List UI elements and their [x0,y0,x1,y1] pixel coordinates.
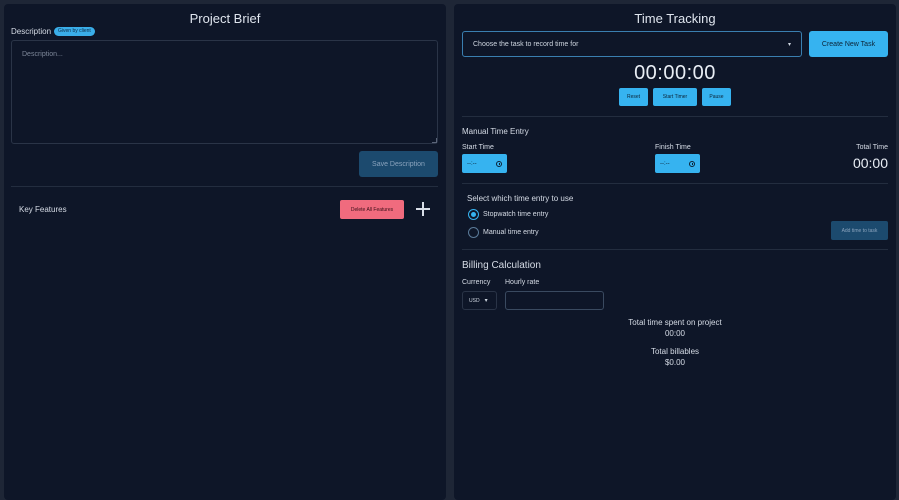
time-tracking-panel: Time Tracking Choose the task to record … [454,4,896,500]
hourly-rate-input[interactable] [505,291,604,310]
caret-down-icon: ▾ [484,298,488,304]
pause-button[interactable]: Pause [702,88,731,106]
divider [462,116,888,117]
resize-handle-icon[interactable] [432,138,437,143]
project-brief-panel: Project Brief Description Given by clien… [4,4,446,500]
plus-icon[interactable] [416,202,430,216]
radio-unchecked-icon[interactable] [468,227,479,238]
total-time-value: 00:00 [852,155,888,171]
manual-time-entry-label: Manual Time Entry [462,127,529,136]
description-input[interactable] [11,40,438,144]
billing-calculation-title: Billing Calculation [462,260,541,271]
currency-label: Currency [462,279,491,286]
currency-select[interactable]: USD ▾ [462,291,497,310]
description-label: Description Given by client [11,27,95,36]
stopwatch-entry-label: Stopwatch time entry [483,211,549,218]
save-description-button[interactable]: Save Description [359,151,438,177]
manual-entry-option[interactable]: Manual time entry [468,227,539,238]
delete-all-features-button[interactable]: Delete All Features [340,200,404,219]
start-time-input[interactable]: --:-- [462,154,507,173]
project-brief-title: Project Brief [189,11,261,26]
create-new-task-button[interactable]: Create New Task [809,31,888,57]
caret-down-icon: ▾ [787,41,791,48]
start-timer-button[interactable]: Start Timer [653,88,697,106]
start-time-value: --:-- [467,160,477,167]
total-time-label: Total Time [856,144,888,151]
clock-icon [689,160,695,167]
total-billables-value: $0.00 [664,358,686,367]
stopwatch-entry-option[interactable]: Stopwatch time entry [468,209,548,220]
select-time-entry-label: Select which time entry to use [467,194,574,203]
total-time-spent-label: Total time spent on project [628,318,722,327]
finish-time-input[interactable]: --:-- [655,154,700,173]
clock-icon [496,160,502,167]
start-time-label: Start Time [462,144,494,151]
description-label-text: Description [11,27,52,36]
radio-checked-icon[interactable] [468,209,479,220]
key-features-label: Key Features [19,205,67,214]
given-by-client-badge: Given by client [54,27,95,36]
total-time-spent-value: 00:00 [664,329,686,338]
divider [11,186,438,187]
divider [462,183,888,184]
stopwatch-display: 00:00:00 [634,62,716,84]
hourly-rate-label: Hourly rate [505,279,540,286]
task-select[interactable]: Choose the task to record time for ▾ [462,31,802,57]
reset-button[interactable]: Reset [619,88,648,106]
add-time-to-task-button[interactable]: Add time to task [831,221,888,240]
currency-value: USD [469,297,480,304]
time-tracking-title: Time Tracking [634,11,716,26]
divider [462,249,888,250]
manual-entry-label: Manual time entry [483,229,539,236]
task-select-placeholder: Choose the task to record time for [473,40,579,48]
total-billables-label: Total billables [650,347,700,356]
finish-time-label: Finish Time [655,144,691,151]
finish-time-value: --:-- [660,160,670,167]
